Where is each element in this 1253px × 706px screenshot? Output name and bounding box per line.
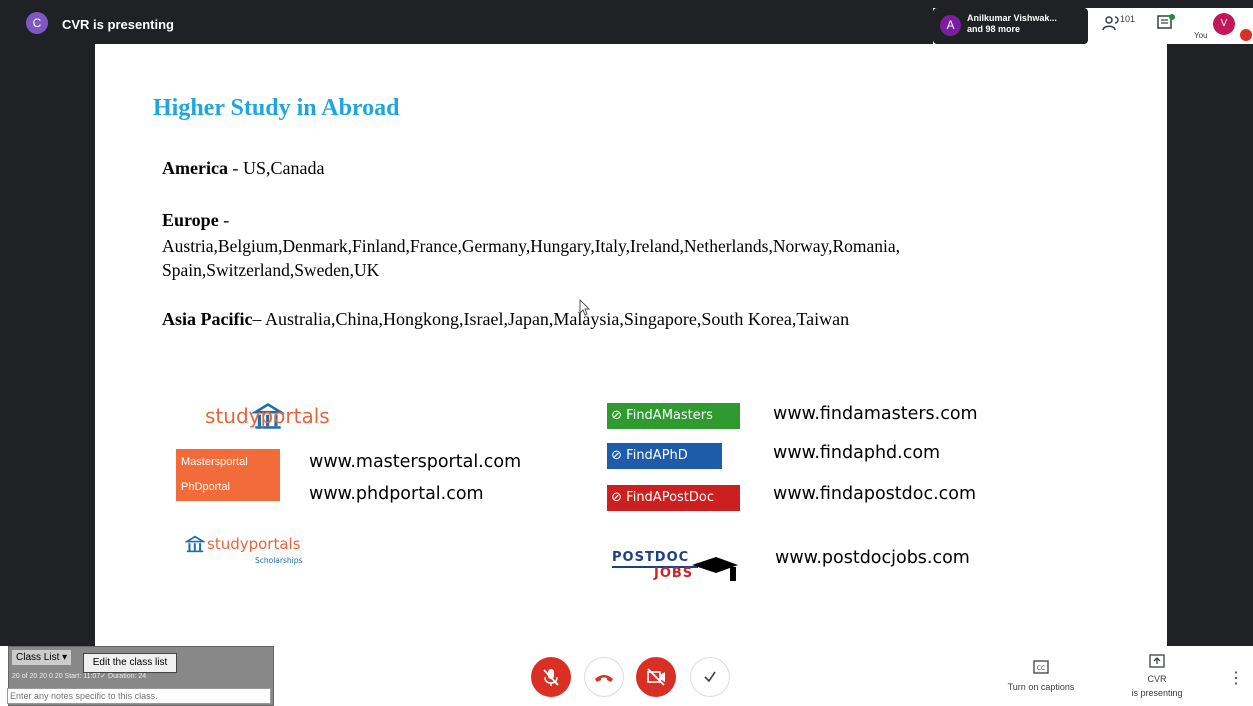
region-asia-pacific: Asia Pacific– Australia,China,Hongkong,I… — [162, 309, 849, 330]
url-findaphd: www.findaphd.com — [773, 443, 941, 463]
region-countries: Spain,Switzerland,Sweden,UK — [162, 260, 380, 280]
class-notes-input[interactable] — [7, 688, 271, 704]
camera-off-icon — [647, 668, 665, 686]
present-screen-icon[interactable] — [1149, 654, 1165, 668]
presenter-avatar: C — [26, 12, 48, 34]
captions-icon[interactable]: CC — [1033, 660, 1049, 674]
findaphd-label: FindAPhD — [626, 448, 688, 463]
url-postdocjobs: www.postdocjobs.com — [775, 548, 970, 568]
findaphd-logo: ⊘ FindAPhD — [607, 443, 722, 469]
studyportals-wordmark: studyportals — [205, 404, 330, 428]
region-separator: - — [227, 158, 243, 178]
attendance-stats: 20 of 20 20 0 20 Start: 11:07✓ Duration:… — [12, 673, 147, 680]
postdoc-label: POSTDOC — [612, 550, 690, 565]
region-america: America - US,Canada — [162, 158, 324, 179]
region-separator: - — [218, 210, 230, 230]
jobs-label: JOBS — [654, 566, 694, 581]
region-countries: Austria,Belgium,Denmark,Finland,France,G… — [162, 236, 901, 256]
scholarships-sublabel: Scholarships — [255, 556, 303, 565]
url-phdportal: www.phdportal.com — [309, 484, 484, 504]
people-icon[interactable] — [1102, 15, 1122, 31]
muted-indicator-icon — [1240, 29, 1252, 41]
url-findapostdoc: www.findapostdoc.com — [773, 484, 977, 504]
region-label: Asia Pacific — [162, 309, 253, 329]
mic-off-icon — [543, 669, 559, 686]
findamasters-logo: ⊘ FindAMasters — [607, 403, 740, 429]
phdportal-label: PhDportal — [181, 481, 230, 493]
more-options-icon[interactable]: ⋮ — [1228, 668, 1244, 688]
check-button[interactable] — [690, 657, 730, 697]
hangup-icon — [595, 675, 613, 682]
captions-label[interactable]: Turn on captions — [1003, 682, 1079, 692]
slide-title: Higher Study in Abroad — [153, 95, 400, 121]
mouse-cursor-icon — [579, 299, 591, 316]
findapostdoc-logo: ⊘ FindAPostDoc — [607, 485, 740, 511]
checkmark-icon — [704, 671, 716, 683]
url-findamasters: www.findamasters.com — [773, 404, 978, 424]
self-avatar: V — [1213, 13, 1235, 35]
findapostdoc-label: FindAPostDoc — [626, 490, 715, 505]
participant-more: and 98 more — [967, 24, 1021, 34]
region-europe: Europe - — [162, 210, 229, 231]
region-separator: – — [252, 309, 265, 329]
region-countries: US,Canada — [242, 158, 325, 178]
region-label: Europe — [162, 210, 219, 230]
svg-text:CC: CC — [1037, 665, 1045, 672]
studyportals-scholarships-wordmark: studyportals — [207, 535, 301, 553]
presenting-status[interactable]: is presenting — [1119, 688, 1195, 698]
studyportals-scholarships-icon — [185, 535, 205, 553]
presenter-status: CVR is presenting — [62, 17, 174, 32]
participant-name: Anilkumar Vishwak... — [967, 13, 1057, 23]
leave-call-button[interactable] — [584, 657, 624, 697]
microphone-toggle-button[interactable] — [531, 657, 571, 697]
participant-avatar: A — [940, 15, 961, 36]
chat-icon[interactable] — [1157, 14, 1175, 32]
presenting-name[interactable]: CVR — [1129, 674, 1185, 684]
region-countries: Australia,China,Hongkong,Israel,Japan,Ma… — [265, 309, 850, 329]
graduation-cap-icon — [692, 557, 738, 581]
url-mastersportal: www.mastersportal.com — [309, 452, 522, 472]
you-label: You — [1194, 31, 1208, 40]
edit-class-list-tooltip: Edit the class list — [83, 653, 177, 673]
mastersportal-label: Mastersportal — [181, 456, 248, 468]
region-label: America — [162, 158, 228, 178]
findamasters-label: FindAMasters — [626, 408, 713, 423]
participant-count: 101 — [1120, 14, 1136, 24]
class-list-dropdown[interactable]: Class List ▾ — [12, 650, 72, 665]
camera-toggle-button[interactable] — [636, 657, 676, 697]
